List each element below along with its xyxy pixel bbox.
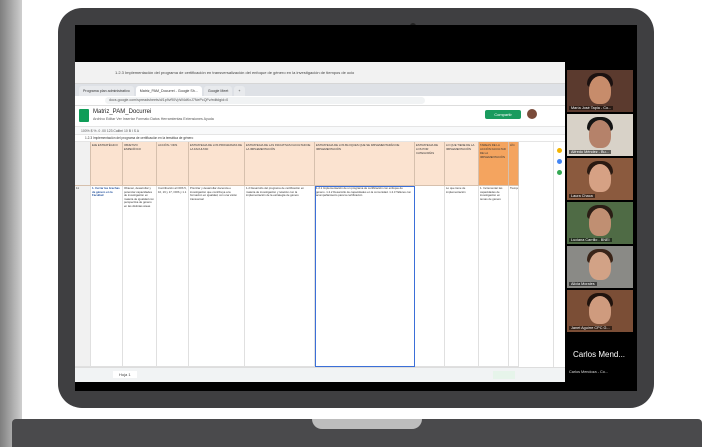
table-cell[interactable]: Contribución al ODS 5, 10, 16 y 17, ODS … xyxy=(157,186,189,367)
header-cell[interactable]: Estrategia de los programas de la facult… xyxy=(189,142,245,186)
participant-name: Luciana Carrillo - BNEI xyxy=(569,238,612,242)
document-title[interactable]: Matriz_PAM_Docurrei xyxy=(93,109,151,115)
participant-name: Laura Chaca xyxy=(569,194,595,198)
table-cell[interactable] xyxy=(415,186,445,367)
table-cell[interactable]: Tiempo xyxy=(509,186,519,367)
keep-icon[interactable] xyxy=(557,148,562,153)
sheets-logo-icon[interactable] xyxy=(79,109,89,122)
sheet-tab[interactable]: Hoja 1 xyxy=(113,371,137,378)
avatar xyxy=(589,296,611,324)
browser-tab[interactable]: Google Meet xyxy=(203,86,233,96)
user-avatar[interactable] xyxy=(527,109,537,119)
avatar xyxy=(589,208,611,236)
table-cell[interactable]: 1. Incrementar las capacidades de invest… xyxy=(479,186,509,367)
new-tab-button[interactable]: + xyxy=(234,86,245,96)
laptop-screen: 1.2.3 Implementación del programa de cer… xyxy=(75,25,637,391)
browser-tab-active[interactable]: Matriz_PAM_Docurrei - Google Sh... xyxy=(135,86,202,96)
participant-name: Alicia Morales xyxy=(569,282,597,286)
participant-tile[interactable]: Janet Aguirre CPC G... xyxy=(567,290,633,332)
header-cell[interactable]: Lín. xyxy=(509,142,519,186)
sheets-header: Matriz_PAM_Docurrei Archivo Editar Ver I… xyxy=(75,106,565,126)
address-bar: docs.google.com/spreadsheets/d/1p9vR0VpW… xyxy=(75,96,565,106)
shared-screen-window: 1.2.3 Implementación del programa de cer… xyxy=(75,62,565,382)
share-button[interactable]: Compartir xyxy=(485,110,521,119)
header-cell[interactable]: Estrategia de los por categorías xyxy=(415,142,445,186)
header-cell[interactable]: Lo que tiene de la implementación xyxy=(445,142,479,186)
participant-panel: María José Tapia - Co... Alfredo Méndez … xyxy=(565,70,637,391)
contacts-icon[interactable] xyxy=(557,170,562,175)
participant-tile[interactable]: María José Tapia - Co... xyxy=(567,70,633,112)
table-cell[interactable]: Lo que tiene de implementación xyxy=(445,186,479,367)
row-number[interactable]: 11 xyxy=(75,186,91,367)
participant-tile[interactable]: Laura Chaca xyxy=(567,158,633,200)
header-cell[interactable]: Acción / ODS xyxy=(157,142,189,186)
table-cell[interactable]: Obtener, desarrollar y potenciar capacid… xyxy=(123,186,157,367)
participant-name: Janet Aguirre CPC G... xyxy=(569,326,612,330)
laptop-notch xyxy=(312,419,422,429)
header-cell[interactable]: Estrategia de las Iniciativas Facultad d… xyxy=(245,142,315,186)
table-cell[interactable]: 1.2 Desarrollo del programa de certifica… xyxy=(245,186,315,367)
background-gradient-strip xyxy=(0,0,22,447)
side-panel xyxy=(553,142,565,367)
participant-tile[interactable]: Alfredo Méndez - Bu... xyxy=(567,114,633,156)
participant-tile[interactable]: Luciana Carrillo - BNEI xyxy=(567,202,633,244)
presenter-subtitle: Carlos Mendoza - Co... xyxy=(569,370,609,374)
table-cell[interactable]: 1. Cerrar las brechas de género en la Fa… xyxy=(91,186,123,367)
table-cell[interactable]: Priorizar y desarrollar docencia e inves… xyxy=(189,186,245,367)
explore-button[interactable] xyxy=(493,371,515,379)
header-cell[interactable]: Estrategia de los bloques que se impleme… xyxy=(315,142,415,186)
browser-tab-strip: Programa plan administrativo Matriz_PAM_… xyxy=(75,84,565,96)
zoom-info-bar: 1.2.3 Implementación del programa de cer… xyxy=(75,62,565,84)
avatar xyxy=(589,76,611,104)
url-input[interactable]: docs.google.com/spreadsheets/d/1p9vR0VpW… xyxy=(105,97,425,104)
header-cell[interactable] xyxy=(75,142,91,186)
participant-name: María José Tapia - Co... xyxy=(569,106,614,110)
avatar xyxy=(589,164,611,192)
avatar xyxy=(589,252,611,280)
sheet-tab-bar: Hoja 1 xyxy=(75,367,565,382)
avatar xyxy=(589,120,611,148)
tasks-icon[interactable] xyxy=(557,159,562,164)
laptop-base xyxy=(12,419,702,447)
formula-bar[interactable]: 1.2.3 Implementación del programa de cer… xyxy=(75,135,565,142)
selected-cell[interactable]: 1.2.1 Implementación de un programa de c… xyxy=(315,186,415,367)
header-cell[interactable]: Objetivo específico xyxy=(123,142,157,186)
spreadsheet-grid: Eje estratégico Objetivo específico Acci… xyxy=(75,142,553,367)
participant-name: Alfredo Méndez - Bu... xyxy=(569,150,611,154)
header-cell[interactable]: Tareas de la acción Facultad de la imple… xyxy=(479,142,509,186)
presenter-name: Carlos Mend... xyxy=(573,350,626,359)
menu-bar[interactable]: Archivo Editar Ver Insertar Formato Dato… xyxy=(93,117,214,121)
formatting-toolbar[interactable]: 100% $ % .0 .00 123 Calibri 10 B I S A xyxy=(75,126,565,135)
header-cell[interactable]: Eje estratégico xyxy=(91,142,123,186)
browser-tab[interactable]: Programa plan administrativo xyxy=(79,86,134,96)
participant-tile[interactable]: Alicia Morales xyxy=(567,246,633,288)
